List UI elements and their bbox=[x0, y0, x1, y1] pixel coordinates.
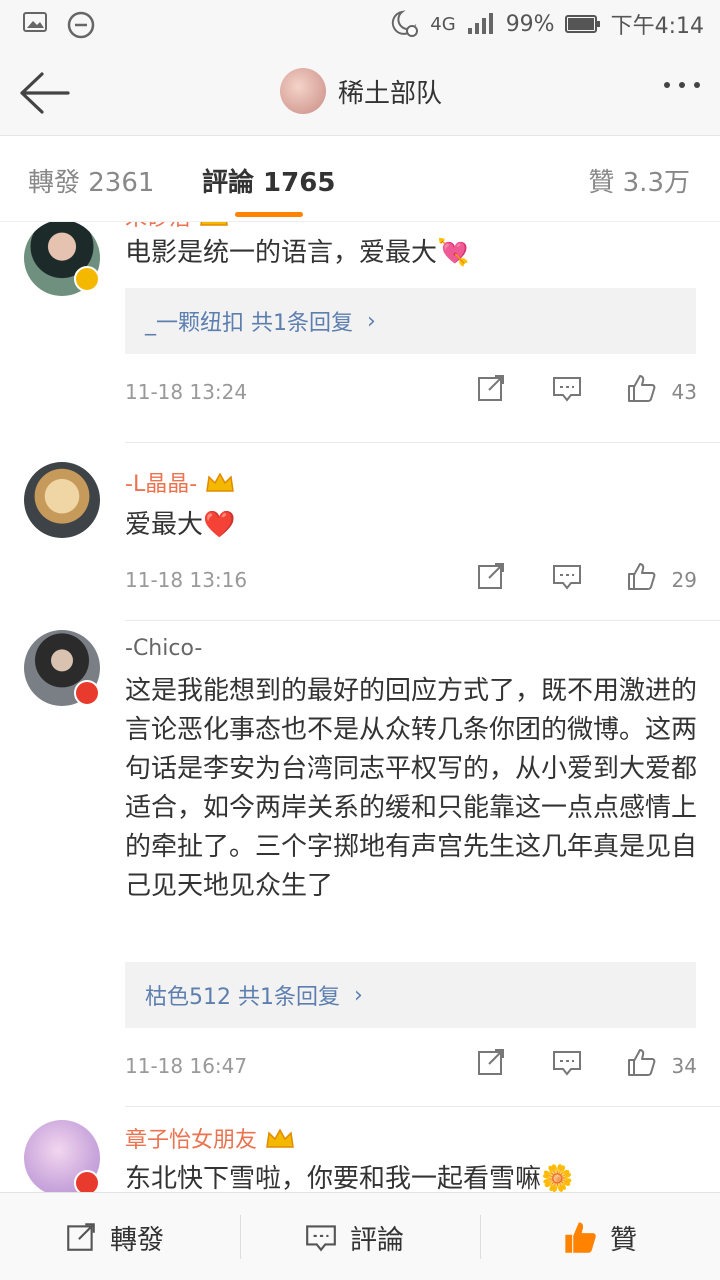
username-text[interactable]: -Chico- bbox=[125, 636, 202, 661]
reply-summary-text[interactable]: _一颗纽扣 共1条回复 bbox=[145, 305, 353, 337]
network-type: 4G bbox=[430, 13, 456, 35]
page-title: 稀土部队 bbox=[338, 78, 443, 109]
repost-button[interactable]: 轉發 bbox=[64, 1193, 164, 1280]
chevron-right-icon: › bbox=[353, 982, 363, 1008]
vip-badge-icon bbox=[74, 680, 100, 706]
comment-username[interactable]: -L晶晶- bbox=[125, 466, 235, 498]
like-count: 29 bbox=[671, 568, 697, 592]
active-tab-indicator bbox=[235, 212, 303, 217]
battery-icon bbox=[564, 15, 600, 33]
like-active-icon bbox=[565, 1222, 596, 1253]
back-arrow-icon[interactable] bbox=[18, 70, 72, 116]
reply-summary[interactable]: _一颗纽扣 共1条回复 › bbox=[125, 288, 696, 354]
moon-alarm-icon bbox=[392, 10, 419, 37]
reply-summary-text[interactable]: 枯色512 共1条回复 bbox=[145, 979, 340, 1011]
username-text[interactable]: -L晶晶- bbox=[125, 466, 197, 498]
comment-icon bbox=[306, 1225, 336, 1252]
comment-meta: 11-18 13:24 43 bbox=[125, 372, 697, 412]
comment-username[interactable]: 朱砂治 bbox=[125, 222, 229, 232]
comment-button[interactable]: 評論 bbox=[304, 1193, 404, 1280]
comment-item: -Chico- 这是我能想到的最好的回应方式了，既不用激进的言论恶化事态也不是从… bbox=[0, 620, 720, 1107]
comment-username[interactable]: -Chico- bbox=[125, 636, 202, 661]
repost-icon bbox=[67, 1223, 95, 1251]
comment-time: 11-18 13:24 bbox=[125, 380, 248, 404]
username-text[interactable]: 章子怡女朋友 bbox=[125, 1122, 257, 1154]
chevron-right-icon: › bbox=[367, 308, 376, 334]
comment-time: 11-18 13:16 bbox=[125, 568, 248, 592]
like-icon[interactable] bbox=[625, 1046, 657, 1078]
image-notification-icon bbox=[23, 12, 47, 32]
avatar[interactable] bbox=[24, 462, 100, 538]
battery-percent: 99% bbox=[505, 11, 555, 37]
like-icon[interactable] bbox=[625, 560, 657, 592]
repost-icon[interactable] bbox=[475, 372, 507, 404]
crown-icon bbox=[206, 472, 235, 492]
comment-item: 朱砂治 电影是统一的语言，爱最大💘 _一颗纽扣 共1条回复 › 11-18 13… bbox=[0, 222, 720, 450]
comment-text: 电影是统一的语言，爱最大💘 bbox=[125, 238, 470, 268]
tab-bar: 轉發 2361 評論 1765 贊 3.3万 bbox=[0, 136, 720, 222]
comment-list: 朱砂治 电影是统一的语言，爱最大💘 _一颗纽扣 共1条回复 › 11-18 13… bbox=[0, 222, 720, 1192]
repost-icon[interactable] bbox=[475, 1046, 507, 1078]
status-bar: 4G 99% 下午4:14 bbox=[0, 0, 720, 50]
comment-icon[interactable] bbox=[551, 372, 583, 404]
header-user[interactable]: 稀土部队 bbox=[280, 68, 442, 114]
comment-text: 爱最大❤️ bbox=[125, 510, 236, 540]
like-icon[interactable] bbox=[625, 372, 657, 404]
tab-comments[interactable]: 評論 1765 bbox=[202, 162, 335, 199]
like-count: 34 bbox=[671, 1054, 697, 1078]
comment-icon[interactable] bbox=[551, 1046, 583, 1078]
reply-summary[interactable]: 枯色512 共1条回复 › bbox=[125, 962, 696, 1028]
tab-repost[interactable]: 轉發 2361 bbox=[28, 162, 154, 199]
separator bbox=[480, 1215, 481, 1259]
comment-meta: 11-18 16:47 34 bbox=[125, 1046, 697, 1086]
comment-time: 11-18 16:47 bbox=[125, 1054, 248, 1078]
header-avatar[interactable] bbox=[280, 68, 326, 114]
comment-meta: 11-18 13:16 29 bbox=[125, 560, 697, 600]
comment-item: -L晶晶- 爱最大❤️ 11-18 13:16 29 bbox=[0, 454, 720, 621]
crown-icon bbox=[266, 1128, 294, 1148]
clock: 下午4:14 bbox=[610, 14, 704, 39]
separator bbox=[240, 1215, 241, 1259]
vip-badge-icon bbox=[74, 1170, 100, 1192]
comment-username[interactable]: 章子怡女朋友 bbox=[125, 1122, 295, 1154]
divider bbox=[125, 442, 720, 443]
tab-likes[interactable]: 贊 3.3万 bbox=[588, 162, 690, 199]
comment-icon[interactable] bbox=[551, 560, 583, 592]
comment-item: 章子怡女朋友 东北快下雪啦，你要和我一起看雪嘛🌼 bbox=[0, 1106, 720, 1192]
username-text[interactable]: 朱砂治 bbox=[125, 222, 191, 232]
signal-icon bbox=[467, 13, 493, 34]
like-label: 贊 bbox=[610, 1224, 637, 1256]
comment-text: 这是我能想到的最好的回应方式了，既不用激进的言论恶化事态也不是从众转几条你团的微… bbox=[125, 676, 698, 901]
repost-icon[interactable] bbox=[475, 560, 507, 592]
comment-text: 东北快下雪啦，你要和我一起看雪嘛🌼 bbox=[125, 1164, 574, 1192]
crown-icon bbox=[200, 222, 228, 226]
like-button[interactable]: 贊 bbox=[562, 1193, 637, 1280]
nav-bar: 稀土部队 bbox=[0, 50, 720, 136]
verified-badge-icon bbox=[74, 266, 100, 292]
repost-label: 轉發 bbox=[110, 1224, 164, 1256]
no-disturb-icon bbox=[67, 11, 95, 39]
like-count: 43 bbox=[671, 380, 697, 404]
bottom-action-bar: 轉發 評論 贊 bbox=[0, 1192, 720, 1280]
more-options-icon[interactable] bbox=[664, 82, 700, 88]
comment-label: 評論 bbox=[350, 1224, 404, 1256]
